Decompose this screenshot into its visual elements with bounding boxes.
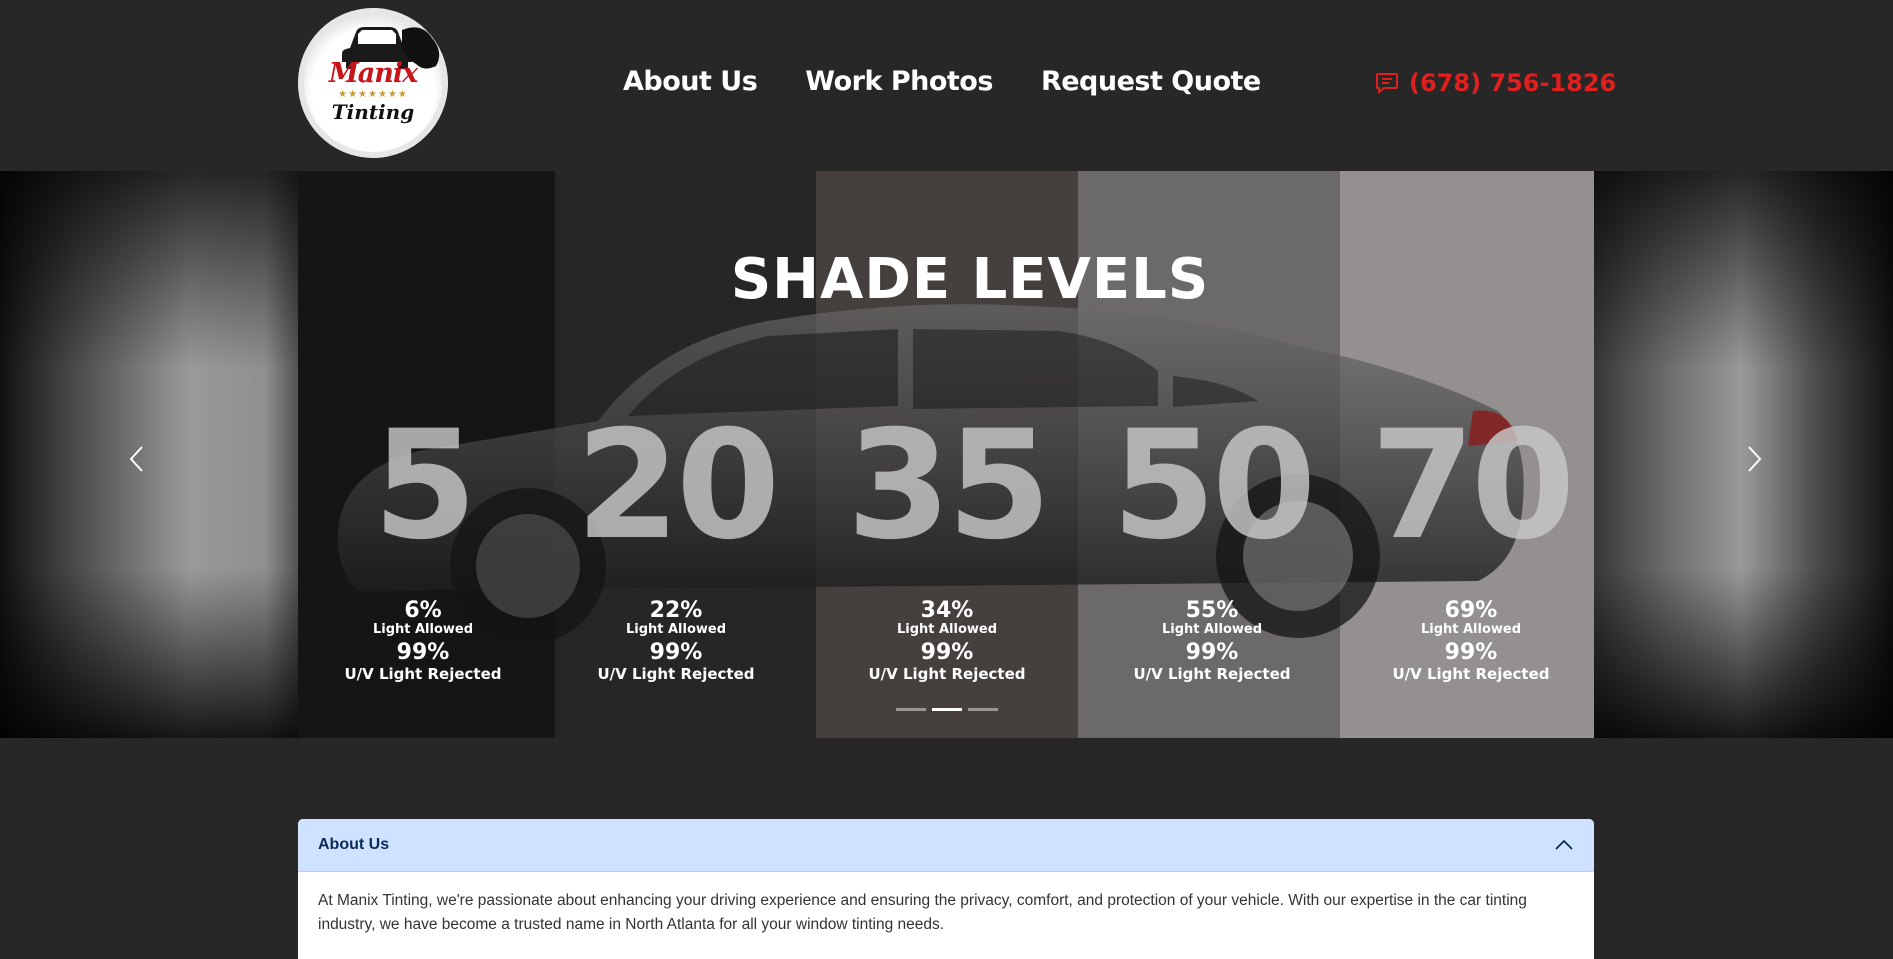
uv-rejected-label: U/V Light Rejected (1392, 665, 1550, 683)
shade-level: 70 (1370, 399, 1576, 573)
carousel-prev-button[interactable] (122, 439, 152, 479)
shade-item-35: 35 34% Light Allowed 99% U/V Light Rejec… (817, 399, 1077, 683)
message-icon (1376, 73, 1398, 94)
about-accordion-body: At Manix Tinting, we're passionate about… (318, 892, 1527, 933)
uv-rejected-pct: 99% (649, 640, 703, 665)
site-header: Manix ★★★★★★★ Tinting About Us Work Phot… (0, 0, 1893, 171)
light-allowed-label: Light Allowed (896, 622, 998, 637)
carousel-indicators (0, 708, 1893, 711)
uv-rejected-label: U/V Light Rejected (868, 665, 1026, 683)
shade-item-20: 20 22% Light Allowed 99% U/V Light Rejec… (546, 399, 806, 683)
uv-rejected-pct: 99% (396, 640, 450, 665)
light-allowed-pct: 34% (920, 598, 974, 623)
shade-level: 5 (372, 399, 477, 573)
light-allowed-pct: 6% (404, 598, 442, 623)
chevron-up-icon (1555, 839, 1573, 850)
shade-item-5: 5 6% Light Allowed 99% U/V Light Rejecte… (298, 399, 553, 683)
logo-text-manix: Manix (328, 58, 418, 89)
light-allowed-label: Light Allowed (1420, 622, 1522, 637)
logo[interactable]: Manix ★★★★★★★ Tinting (298, 8, 448, 158)
carousel-indicator-2[interactable] (931, 708, 962, 711)
about-accordion-title: About Us (318, 836, 390, 853)
uv-rejected-label: U/V Light Rejected (1133, 665, 1291, 683)
carousel-next-button[interactable] (1739, 439, 1769, 479)
light-allowed-pct: 22% (649, 598, 703, 623)
shade-item-70: 70 69% Light Allowed 99% U/V Light Rejec… (1341, 399, 1594, 683)
uv-rejected-label: U/V Light Rejected (344, 665, 502, 683)
shade-carousel: SHADE LEVELS 5 6% Light Allowed 99% U/V … (0, 171, 1893, 738)
nav-about-us[interactable]: About Us (623, 66, 758, 97)
shade-level: 20 (575, 399, 781, 573)
chevron-left-icon (129, 446, 143, 472)
light-allowed-label: Light Allowed (1161, 622, 1263, 637)
light-allowed-label: Light Allowed (625, 622, 727, 637)
shade-item-50: 50 55% Light Allowed 99% U/V Light Rejec… (1082, 399, 1342, 683)
about-accordion-header[interactable]: About Us (298, 819, 1594, 872)
light-allowed-pct: 55% (1185, 598, 1239, 623)
nav-work-photos[interactable]: Work Photos (805, 66, 993, 97)
carousel-indicator-3[interactable] (967, 708, 998, 711)
uv-rejected-pct: 99% (1185, 640, 1239, 665)
phone-link[interactable]: (678) 756-1826 (1375, 69, 1616, 97)
carousel-title: SHADE LEVELS (730, 247, 1210, 312)
light-allowed-pct: 69% (1444, 598, 1498, 623)
about-accordion: About Us At Manix Tinting, we're passion… (298, 819, 1594, 959)
main-nav: About Us Work Photos Request Quote (623, 66, 1261, 97)
carousel-slide: SHADE LEVELS 5 6% Light Allowed 99% U/V … (298, 171, 1594, 738)
logo-text-tinting: Tinting (331, 100, 415, 124)
nav-request-quote[interactable]: Request Quote (1041, 66, 1261, 97)
logo-stars: ★★★★★★★ (338, 89, 408, 100)
shade-level: 50 (1111, 399, 1317, 573)
uv-rejected-pct: 99% (1444, 640, 1498, 665)
uv-rejected-pct: 99% (920, 640, 974, 665)
chevron-right-icon (1748, 446, 1762, 472)
carousel-indicator-1[interactable] (895, 708, 926, 711)
shade-level: 35 (846, 399, 1052, 573)
uv-rejected-label: U/V Light Rejected (597, 665, 755, 683)
light-allowed-label: Light Allowed (372, 622, 474, 637)
phone-number: (678) 756-1826 (1409, 69, 1617, 97)
